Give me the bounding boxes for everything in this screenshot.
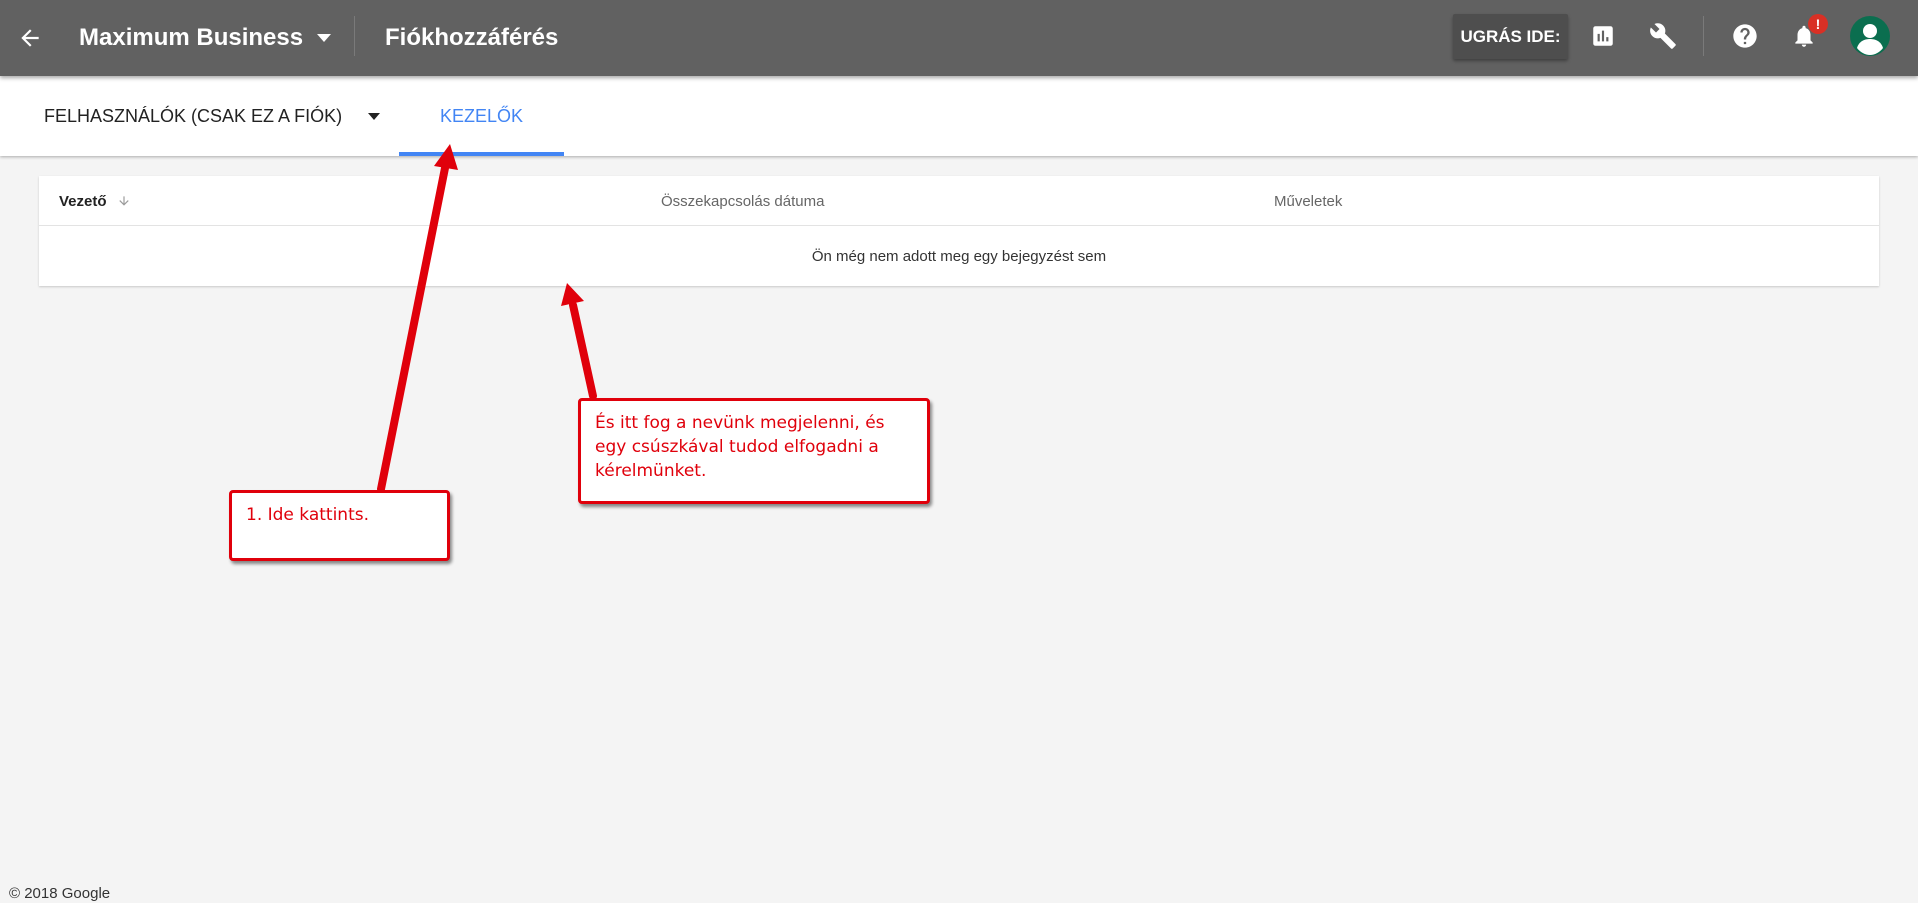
goto-button[interactable]: UGRÁS IDE:: [1453, 14, 1568, 59]
help-icon: [1733, 24, 1757, 48]
caret-down-icon: [368, 112, 381, 120]
toolbar-divider: [1703, 16, 1704, 56]
tab-managers[interactable]: KEZELŐK: [399, 76, 564, 156]
tab-bar: FELHASZNÁLÓK (CSAK EZ A FIÓK) KEZELŐK: [0, 76, 1918, 156]
bar-chart-icon: [1593, 26, 1613, 46]
empty-state-message: Ön még nem adott meg egy bejegyzést sem: [811, 247, 1107, 265]
notification-badge: !: [1808, 14, 1828, 34]
column-header-manager[interactable]: Vezető: [59, 176, 131, 226]
page-title: Fiókhozzáférés: [385, 24, 559, 51]
annotation-callout-result: És itt fog a nevünk megjelenni, és egy c…: [578, 398, 930, 504]
account-switcher[interactable]: Maximum Business: [79, 20, 332, 56]
managers-table: Vezető Összekapcsolás dátuma Műveletek Ö…: [39, 176, 1879, 286]
tab-users-label: FELHASZNÁLÓK (CSAK EZ A FIÓK): [44, 105, 343, 126]
arrow-back-icon: [21, 29, 39, 47]
title-divider: [354, 16, 355, 56]
back-button[interactable]: [8, 16, 52, 60]
footer-copyright: © 2018 Google: [9, 885, 111, 902]
account-avatar-icon: [1850, 16, 1890, 56]
annotation-arrow-to-table: [561, 283, 597, 400]
top-app-bar: Maximum Business Fiókhozzáférés UGRÁS ID…: [0, 0, 1918, 76]
caret-down-icon: [317, 34, 332, 42]
column-header-manager-label: Vezető: [59, 192, 107, 210]
reports-button[interactable]: [1583, 14, 1623, 58]
help-button[interactable]: [1723, 14, 1767, 58]
tools-button[interactable]: [1643, 14, 1683, 58]
column-header-actions: Műveletek: [1274, 192, 1343, 210]
account-avatar-button[interactable]: [1850, 16, 1890, 56]
account-name-label: Maximum Business: [79, 24, 304, 51]
annotation-callout-step1: 1. Ide kattints.: [229, 490, 450, 561]
column-header-link-date: Összekapcsolás dátuma: [661, 192, 825, 210]
table-header: Vezető Összekapcsolás dátuma Műveletek: [39, 176, 1879, 226]
wrench-icon: [1650, 23, 1676, 49]
sort-arrow-down-icon: [117, 194, 131, 208]
tab-users[interactable]: FELHASZNÁLÓK (CSAK EZ A FIÓK): [44, 76, 381, 156]
active-tab-indicator: [399, 152, 564, 156]
